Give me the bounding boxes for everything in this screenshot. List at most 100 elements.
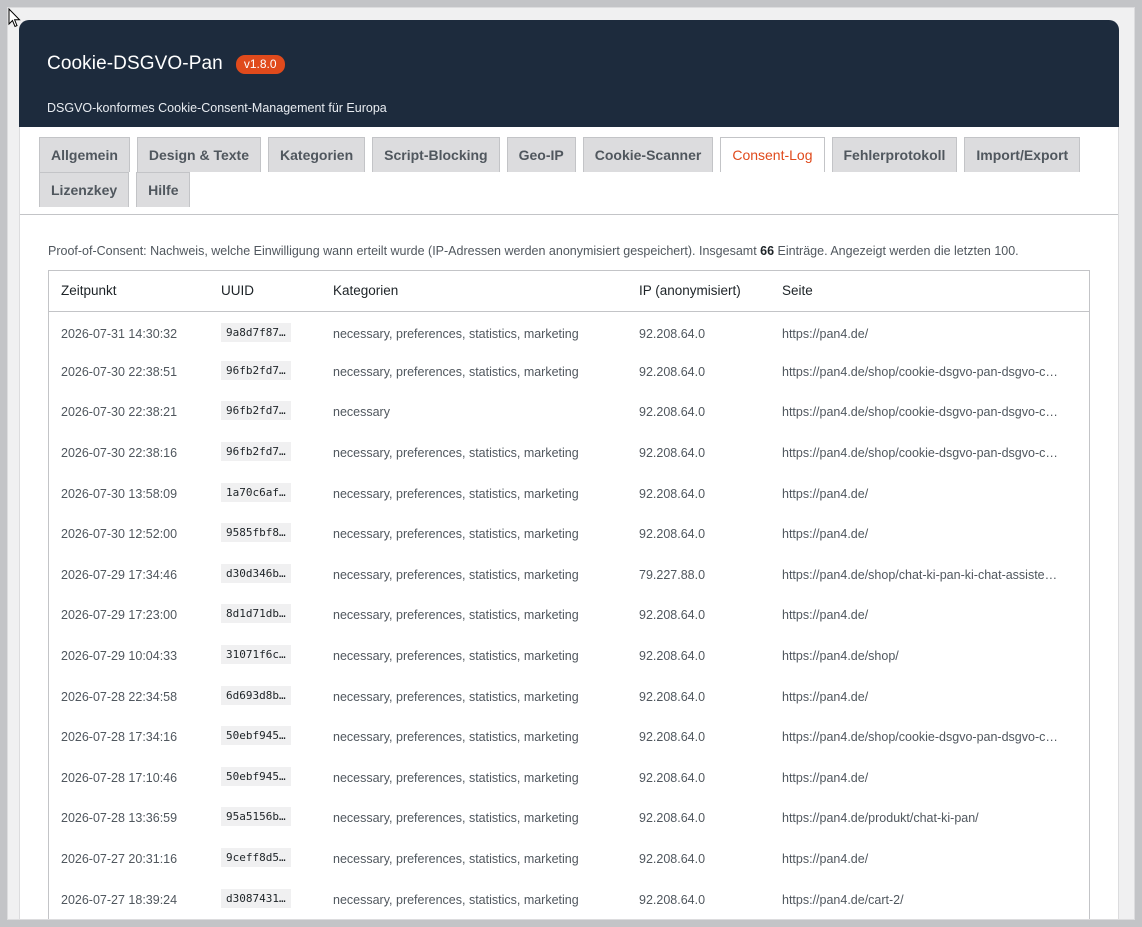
- app-subtitle: DSGVO-konformes Cookie-Consent-Managemen…: [47, 101, 387, 115]
- tab-cookie-scanner[interactable]: Cookie-Scanner: [582, 137, 714, 172]
- tab-geo-ip[interactable]: Geo-IP: [506, 137, 576, 172]
- uuid-cell: 96fb2fd7…: [209, 433, 321, 474]
- page-url-cell: https://pan4.de/: [782, 326, 869, 341]
- consent-log-table: Zeitpunkt UUID Kategorien IP (anonymisiert)…: [49, 271, 1089, 919]
- timestamp-cell: 2026-07-30 12:52:00: [61, 527, 178, 542]
- uuid-code: 50ebf945…: [221, 766, 291, 786]
- table-header-row: Zeitpunkt UUID Kategorien IP (anonymisiert)…: [49, 271, 1089, 312]
- timestamp-cell: 2026-07-30 13:58:09: [61, 486, 178, 501]
- app-title: Cookie-DSGVO-Pan: [47, 53, 223, 74]
- intro-before: Proof-of-Consent: Nachweis, welche Einwi…: [48, 244, 761, 258]
- uuid-code: 96fb2fd7…: [221, 442, 291, 462]
- tab-lizenzkey[interactable]: Lizenzkey: [39, 172, 130, 207]
- ip-cell: 92.208.64.0: [639, 770, 706, 785]
- tab-kategorien[interactable]: Kategorien: [268, 137, 366, 172]
- categories-cell: necessary, preferences, statistics, mark…: [333, 852, 579, 867]
- ip-cell: 92.208.64.0: [639, 811, 706, 826]
- categories-cell: necessary, preferences, statistics, mark…: [333, 326, 579, 341]
- uuid-code: 8d1d71db…: [221, 604, 291, 624]
- tab-divider: [20, 214, 1118, 215]
- categories-cell: necessary, preferences, statistics, mark…: [333, 892, 579, 907]
- timestamp-cell: 2026-07-29 17:34:46: [61, 567, 178, 582]
- tab-hilfe[interactable]: Hilfe: [136, 172, 191, 207]
- page-url-cell: https://pan4.de/produkt/chat-ki-pan/: [782, 811, 979, 826]
- ip-cell: 92.208.64.0: [639, 608, 706, 623]
- table-row: 2026-07-28 17:10:46 50ebf945… necessary, p…: [49, 758, 1089, 799]
- column-header: Seite: [770, 271, 1089, 312]
- timestamp-cell: 2026-07-29 10:04:33: [61, 649, 178, 664]
- timestamp-cell: 2026-07-28 22:34:58: [61, 689, 178, 704]
- tab-fehlerprotokoll[interactable]: Fehlerprotokoll: [831, 137, 958, 172]
- uuid-cell: 9585fbf8…: [209, 514, 321, 555]
- uuid-code: 9a8d7f87…: [221, 322, 291, 342]
- table-row: 2026-07-29 10:04:33 31071f6c… necessary, p…: [49, 636, 1089, 677]
- table-body: 2026-07-31 14:30:32 9a8d7f87… necessary, p…: [49, 311, 1089, 919]
- timestamp-cell: 2026-07-29 17:23:00: [61, 608, 178, 623]
- categories-cell: necessary: [333, 405, 390, 420]
- categories-cell: necessary, preferences, statistics, mark…: [333, 811, 579, 826]
- categories-cell: necessary, preferences, statistics, mark…: [333, 364, 579, 379]
- settings-panel: Allgemein Design & Texte Kategorien Script-…: [19, 127, 1119, 919]
- ip-cell: 92.208.64.0: [639, 527, 706, 542]
- ip-cell: 92.208.64.0: [639, 364, 706, 379]
- ip-cell: 79.227.88.0: [639, 567, 706, 582]
- tab-design-texte[interactable]: Design & Texte: [136, 137, 262, 172]
- categories-cell: necessary, preferences, statistics, mark…: [333, 649, 579, 664]
- table-row: 2026-07-27 18:39:24 d3087431… necessary, p…: [49, 879, 1089, 919]
- uuid-code: 1a70c6af…: [221, 482, 291, 502]
- tab-allgemein[interactable]: Allgemein: [39, 137, 130, 172]
- table-row: 2026-07-28 17:34:16 50ebf945… necessary, p…: [49, 717, 1089, 758]
- ip-cell: 92.208.64.0: [639, 446, 706, 461]
- uuid-code: d3087431…: [221, 888, 291, 908]
- ip-cell: 92.208.64.0: [639, 405, 706, 420]
- page-url-cell: https://pan4.de/: [782, 852, 869, 867]
- table-row: 2026-07-29 17:34:46 d30d346b… necessary, p…: [49, 555, 1089, 596]
- categories-cell: necessary, preferences, statistics, mark…: [333, 689, 579, 704]
- plugin-header: Cookie-DSGVO-Pan v1.8.0 DSGVO-konformes …: [19, 20, 1119, 127]
- page-url-cell: https://pan4.de/shop/chat-ki-pan-ki-chat…: [782, 567, 1058, 582]
- table-row: 2026-07-27 20:31:16 9ceff8d5… necessary, p…: [49, 839, 1089, 880]
- uuid-cell: 8d1d71db…: [209, 595, 321, 636]
- tab-script-blocking[interactable]: Script-Blocking: [372, 137, 500, 172]
- uuid-cell: 95a5156b…: [209, 798, 321, 839]
- ip-cell: 92.208.64.0: [639, 852, 706, 867]
- page-url-cell: https://pan4.de/shop/cookie-dsgvo-pan-ds…: [782, 405, 1058, 420]
- tab-consent-log[interactable]: Consent-Log: [720, 137, 825, 172]
- page-url-cell: https://pan4.de/: [782, 770, 869, 785]
- table-row: 2026-07-31 14:30:32 9a8d7f87… necessary, p…: [49, 311, 1089, 352]
- timestamp-cell: 2026-07-31 14:30:32: [61, 326, 178, 341]
- uuid-cell: 31071f6c…: [209, 636, 321, 677]
- uuid-code: 6d693d8b…: [221, 685, 291, 705]
- page-url-cell: https://pan4.de/: [782, 608, 869, 623]
- table-row: 2026-07-30 22:38:51 96fb2fd7… necessary, p…: [49, 352, 1089, 393]
- admin-frame: Cookie-DSGVO-Pan v1.8.0 DSGVO-konformes …: [7, 7, 1135, 920]
- page-url-cell: https://pan4.de/: [782, 486, 869, 501]
- tab-import-export[interactable]: Import/Export: [964, 137, 1081, 172]
- page-url-cell: https://pan4.de/shop/cookie-dsgvo-pan-ds…: [782, 446, 1058, 461]
- uuid-code: 9585fbf8…: [221, 523, 291, 543]
- ip-cell: 92.208.64.0: [639, 649, 706, 664]
- categories-cell: necessary, preferences, statistics, mark…: [333, 486, 579, 501]
- categories-cell: necessary, preferences, statistics, mark…: [333, 446, 579, 461]
- table-row: 2026-07-28 13:36:59 95a5156b… necessary, p…: [49, 798, 1089, 839]
- timestamp-cell: 2026-07-28 17:10:46: [61, 770, 178, 785]
- column-header: Zeitpunkt: [49, 271, 209, 312]
- uuid-code: d30d346b…: [221, 563, 291, 583]
- column-header: Kategorien: [321, 271, 627, 312]
- timestamp-cell: 2026-07-30 22:38:21: [61, 405, 178, 420]
- uuid-code: 96fb2fd7…: [221, 401, 291, 421]
- ip-cell: 92.208.64.0: [639, 730, 706, 745]
- timestamp-cell: 2026-07-30 22:38:51: [61, 364, 178, 379]
- mouse-pointer-icon: [8, 8, 21, 28]
- consent-log-table-wrapper[interactable]: Zeitpunkt UUID Kategorien IP (anonymisiert)…: [48, 270, 1090, 919]
- page-url-cell: https://pan4.de/cart-2/: [782, 892, 904, 907]
- categories-cell: necessary, preferences, statistics, mark…: [333, 567, 579, 582]
- table-row: 2026-07-28 22:34:58 6d693d8b… necessary, p…: [49, 676, 1089, 717]
- uuid-cell: 96fb2fd7…: [209, 392, 321, 433]
- uuid-cell: 96fb2fd7…: [209, 352, 321, 393]
- version-badge: v1.8.0: [235, 54, 285, 74]
- timestamp-cell: 2026-07-30 22:38:16: [61, 446, 178, 461]
- uuid-cell: 50ebf945…: [209, 758, 321, 799]
- uuid-cell: d30d346b…: [209, 555, 321, 596]
- categories-cell: necessary, preferences, statistics, mark…: [333, 770, 579, 785]
